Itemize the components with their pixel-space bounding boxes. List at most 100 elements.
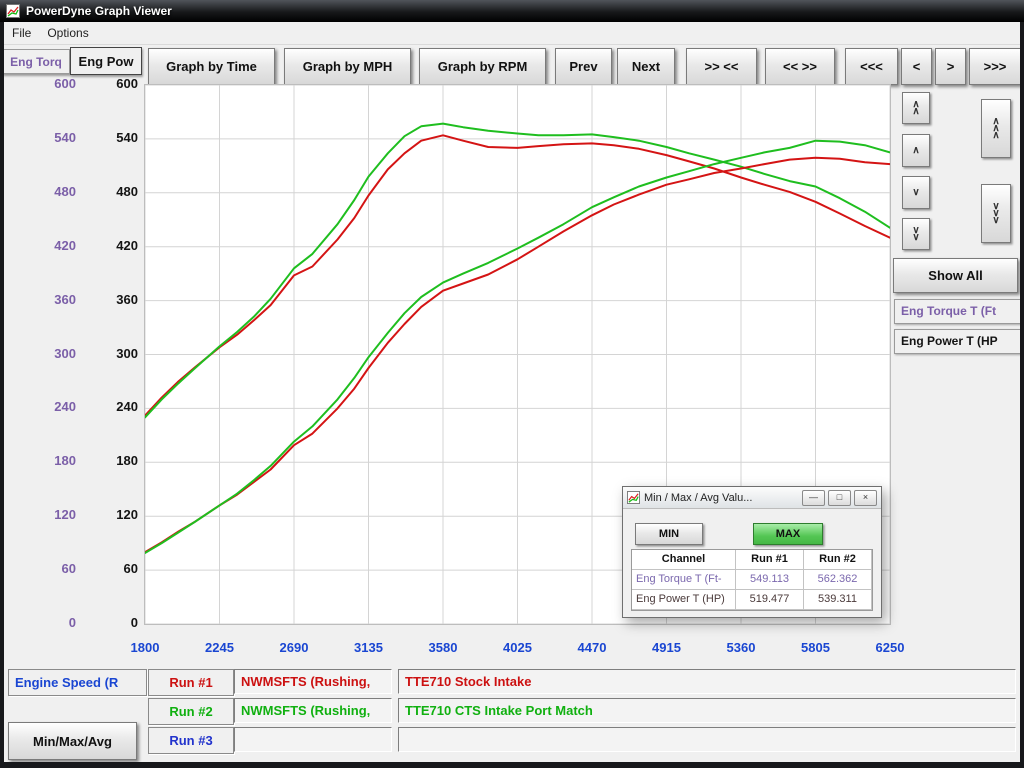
run3-description-field[interactable] <box>398 727 1016 752</box>
menu-options[interactable]: Options <box>39 23 96 43</box>
x-axis-label: 1800 <box>123 640 167 655</box>
y-axis-label-power: 600 <box>92 76 138 91</box>
x-axis-label: 3580 <box>421 640 465 655</box>
column-header-channel[interactable]: Channel <box>632 550 736 570</box>
min-mode-button[interactable]: MIN <box>635 523 703 545</box>
chevron-up-icon: ∧ <box>992 132 999 139</box>
column-header-run1[interactable]: Run #1 <box>736 550 804 570</box>
y-axis-label-power: 0 <box>92 615 138 630</box>
y-axis-label-power: 120 <box>92 507 138 522</box>
y-axis-label-power: 480 <box>92 184 138 199</box>
window-title: PowerDyne Graph Viewer <box>26 4 172 18</box>
y-axis-label-torque: 0 <box>30 615 76 630</box>
y-axis-label-power: 180 <box>92 453 138 468</box>
scroll-first-button[interactable]: <<< <box>845 48 898 85</box>
y-axis-label-power: 240 <box>92 399 138 414</box>
minmax-restore-button[interactable]: □ <box>828 490 851 506</box>
zoom-out-button[interactable]: << >> <box>765 48 835 85</box>
channel-legend-torque[interactable]: Eng Torque T (Ft <box>894 299 1024 324</box>
chevron-up-icon: ∧ <box>912 147 919 154</box>
scale-down-fast-button[interactable]: ∨ ∨ <box>902 218 930 250</box>
x-axis-label: 6250 <box>868 640 912 655</box>
max-mode-button[interactable]: MAX <box>753 523 823 545</box>
x-axis-label: 4025 <box>496 640 540 655</box>
run2-description-field[interactable]: TTE710 CTS Intake Port Match <box>398 698 1016 723</box>
column-header-run2[interactable]: Run #2 <box>804 550 872 570</box>
cell-torque-run1-max: 549.113 <box>736 570 804 590</box>
tab-eng-power[interactable]: Eng Pow <box>70 47 142 75</box>
y-axis-label-torque: 600 <box>30 76 76 91</box>
minmax-minimize-button[interactable]: — <box>802 490 825 506</box>
title-bar: PowerDyne Graph Viewer <box>0 0 1024 22</box>
run1-description-field[interactable]: TTE710 Stock Intake <box>398 669 1016 694</box>
scale-down-button[interactable]: ∨ <box>902 176 930 209</box>
y-axis-label-power: 300 <box>92 346 138 361</box>
window-border-right <box>1020 22 1024 768</box>
minmax-window-titlebar[interactable]: Min / Max / Avg Valu... — □ × <box>623 487 881 509</box>
cell-power-run2-max: 539.311 <box>804 590 872 610</box>
graph-by-time-button[interactable]: Graph by Time <box>148 48 275 85</box>
x-axis-channel-label[interactable]: Engine Speed (R <box>8 669 147 696</box>
cell-torque-run2-max: 562.362 <box>804 570 872 590</box>
graph-by-mph-button[interactable]: Graph by MPH <box>284 48 411 85</box>
menu-bar: File Options <box>4 22 1020 45</box>
next-button[interactable]: Next <box>617 48 675 85</box>
y-axis-label-torque: 420 <box>30 238 76 253</box>
run2-label[interactable]: Run #2 <box>148 698 234 725</box>
run2-file-field[interactable]: NWMSFTS (Rushing, <box>234 698 392 723</box>
y-axis-label-torque: 240 <box>30 399 76 414</box>
menu-file[interactable]: File <box>4 23 39 43</box>
y-axis-label-power: 360 <box>92 292 138 307</box>
pan-up-button[interactable]: ∧ ∧ ∧ <box>981 99 1011 158</box>
x-axis-label: 2690 <box>272 640 316 655</box>
chevron-down-icon: ∨ <box>912 189 919 196</box>
y-axis-label-torque: 180 <box>30 453 76 468</box>
minmax-close-button[interactable]: × <box>854 490 877 506</box>
minmax-table: Channel Run #1 Run #2 Eng Torque T (Ft- … <box>631 549 873 611</box>
show-all-button[interactable]: Show All <box>893 258 1018 293</box>
prev-button[interactable]: Prev <box>555 48 612 85</box>
y-axis-label-power: 540 <box>92 130 138 145</box>
minmax-window-title: Min / Max / Avg Valu... <box>644 492 752 504</box>
x-axis-label: 4915 <box>645 640 689 655</box>
run1-file-field[interactable]: NWMSFTS (Rushing, <box>234 669 392 694</box>
scroll-left-button[interactable]: < <box>901 48 932 85</box>
scroll-last-button[interactable]: >>> <box>969 48 1021 85</box>
x-axis-label: 5805 <box>794 640 838 655</box>
scale-up-button[interactable]: ∧ <box>902 134 930 167</box>
tab-eng-torque[interactable]: Eng Torq <box>2 49 70 74</box>
y-axis-label-torque: 360 <box>30 292 76 307</box>
y-axis-label-torque: 300 <box>30 346 76 361</box>
chevron-down-icon: ∨ <box>992 217 999 224</box>
pan-down-button[interactable]: ∨ ∨ ∨ <box>981 184 1011 243</box>
chevron-down-icon: ∨ <box>912 234 919 241</box>
zoom-in-button[interactable]: >> << <box>686 48 757 85</box>
x-axis-label: 4470 <box>570 640 614 655</box>
x-axis-label: 3135 <box>347 640 391 655</box>
channel-legend-power[interactable]: Eng Power T (HP <box>894 329 1024 354</box>
graph-by-rpm-button[interactable]: Graph by RPM <box>419 48 546 85</box>
y-axis-label-torque: 120 <box>30 507 76 522</box>
run3-label[interactable]: Run #3 <box>148 727 234 754</box>
cell-power-run1-max: 519.477 <box>736 590 804 610</box>
app-icon <box>6 4 20 18</box>
scale-up-fast-button[interactable]: ∧ ∧ <box>902 92 930 124</box>
cell-channel-power: Eng Power T (HP) <box>632 590 736 610</box>
minmax-window: Min / Max / Avg Valu... — □ × MIN MAX Ch… <box>622 486 882 618</box>
powerdyne-window: PowerDyne Graph Viewer — □ × File Option… <box>0 0 1024 768</box>
y-axis-label-torque: 60 <box>30 561 76 576</box>
y-axis-label-power: 420 <box>92 238 138 253</box>
x-axis-label: 5360 <box>719 640 763 655</box>
chevron-up-icon: ∧ <box>912 108 919 115</box>
table-row: Eng Torque T (Ft- 549.113 562.362 <box>632 570 872 590</box>
y-axis-label-power: 60 <box>92 561 138 576</box>
run1-label[interactable]: Run #1 <box>148 669 234 696</box>
run3-file-field[interactable] <box>234 727 392 752</box>
window-border-bottom <box>0 762 1024 768</box>
minmax-window-icon <box>627 491 640 504</box>
minmax-table-header: Channel Run #1 Run #2 <box>632 550 872 570</box>
y-axis-label-torque: 540 <box>30 130 76 145</box>
min-max-avg-button[interactable]: Min/Max/Avg <box>8 722 137 760</box>
table-row: Eng Power T (HP) 519.477 539.311 <box>632 590 872 610</box>
scroll-right-button[interactable]: > <box>935 48 966 85</box>
